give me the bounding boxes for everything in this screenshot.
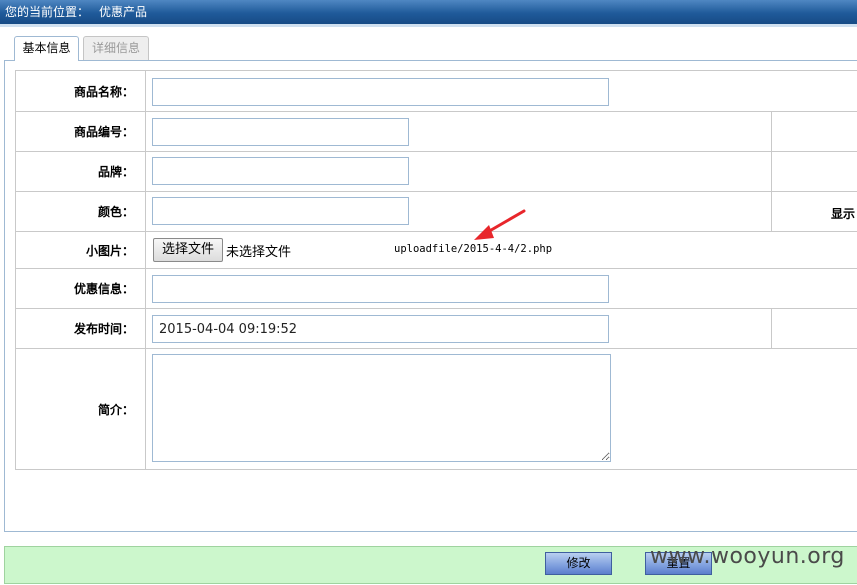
watermark-text: www.wooyun.org	[650, 544, 845, 569]
tab-basic-info[interactable]: 基本信息	[14, 36, 79, 61]
annotation-arrow-icon	[474, 209, 526, 240]
modify-button[interactable]: 修改	[545, 552, 612, 575]
